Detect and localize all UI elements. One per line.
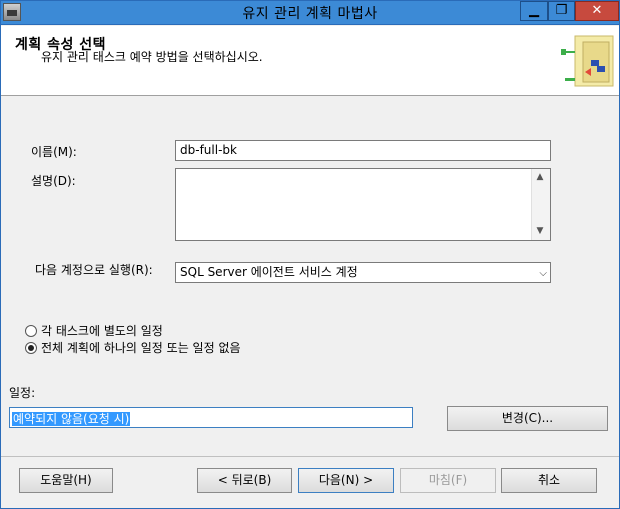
back-button[interactable]: < 뒤로(B) — [197, 468, 292, 493]
radio-off-icon — [25, 325, 37, 337]
title-bar: 유지 관리 계획 마법사 ▁ ❐ ✕ — [1, 1, 619, 25]
schedule-field[interactable]: 예약되지 않음(요청 시) — [9, 407, 413, 428]
name-label: 이름(M): — [31, 145, 77, 159]
finish-button: 마침(F) — [400, 468, 496, 493]
wizard-window: 유지 관리 계획 마법사 ▁ ❐ ✕ 계획 속성 선택 유지 관리 태스크 예약… — [0, 0, 620, 509]
close-button[interactable]: ✕ — [575, 1, 619, 21]
cancel-button[interactable]: 취소 — [501, 468, 597, 493]
name-input[interactable]: db-full-bk — [175, 140, 551, 161]
footer-divider — [1, 456, 619, 457]
next-button[interactable]: 다음(N) > — [298, 468, 394, 493]
run-as-value: SQL Server 에이전트 서비스 계정 — [180, 265, 358, 279]
change-schedule-button[interactable]: 변경(C)... — [447, 406, 608, 431]
description-label: 설명(D): — [31, 174, 76, 188]
maximize-button[interactable]: ❐ — [548, 1, 575, 21]
help-button[interactable]: 도움말(H) — [19, 468, 113, 493]
radio-separate-label: 각 태스크에 별도의 일정 — [41, 324, 163, 338]
chevron-down-icon: ⌵ — [539, 268, 547, 279]
radio-single-schedule[interactable]: 전체 계획에 하나의 일정 또는 일정 없음 — [25, 339, 241, 356]
radio-single-label: 전체 계획에 하나의 일정 또는 일정 없음 — [41, 341, 241, 355]
page-subtitle: 유지 관리 태스크 예약 방법을 선택하십시오. — [41, 50, 263, 64]
schedule-value: 예약되지 않음(요청 시) — [12, 412, 131, 426]
wizard-graphic-icon — [561, 35, 614, 87]
scroll-down-icon[interactable]: ▼ — [532, 223, 548, 240]
description-input[interactable] — [175, 168, 551, 241]
run-as-select[interactable]: SQL Server 에이전트 서비스 계정 ⌵ — [175, 262, 551, 283]
description-scrollbar[interactable]: ▲ ▼ — [531, 169, 550, 240]
radio-separate-schedule[interactable]: 각 태스크에 별도의 일정 — [25, 322, 163, 339]
schedule-label: 일정: — [9, 386, 36, 400]
minimize-button[interactable]: ▁ — [520, 1, 548, 21]
radio-on-icon — [25, 342, 37, 354]
run-as-label: 다음 계정으로 실행(R): — [35, 263, 153, 277]
scroll-up-icon[interactable]: ▲ — [532, 169, 548, 186]
wizard-header: 계획 속성 선택 유지 관리 태스크 예약 방법을 선택하십시오. — [1, 26, 619, 96]
